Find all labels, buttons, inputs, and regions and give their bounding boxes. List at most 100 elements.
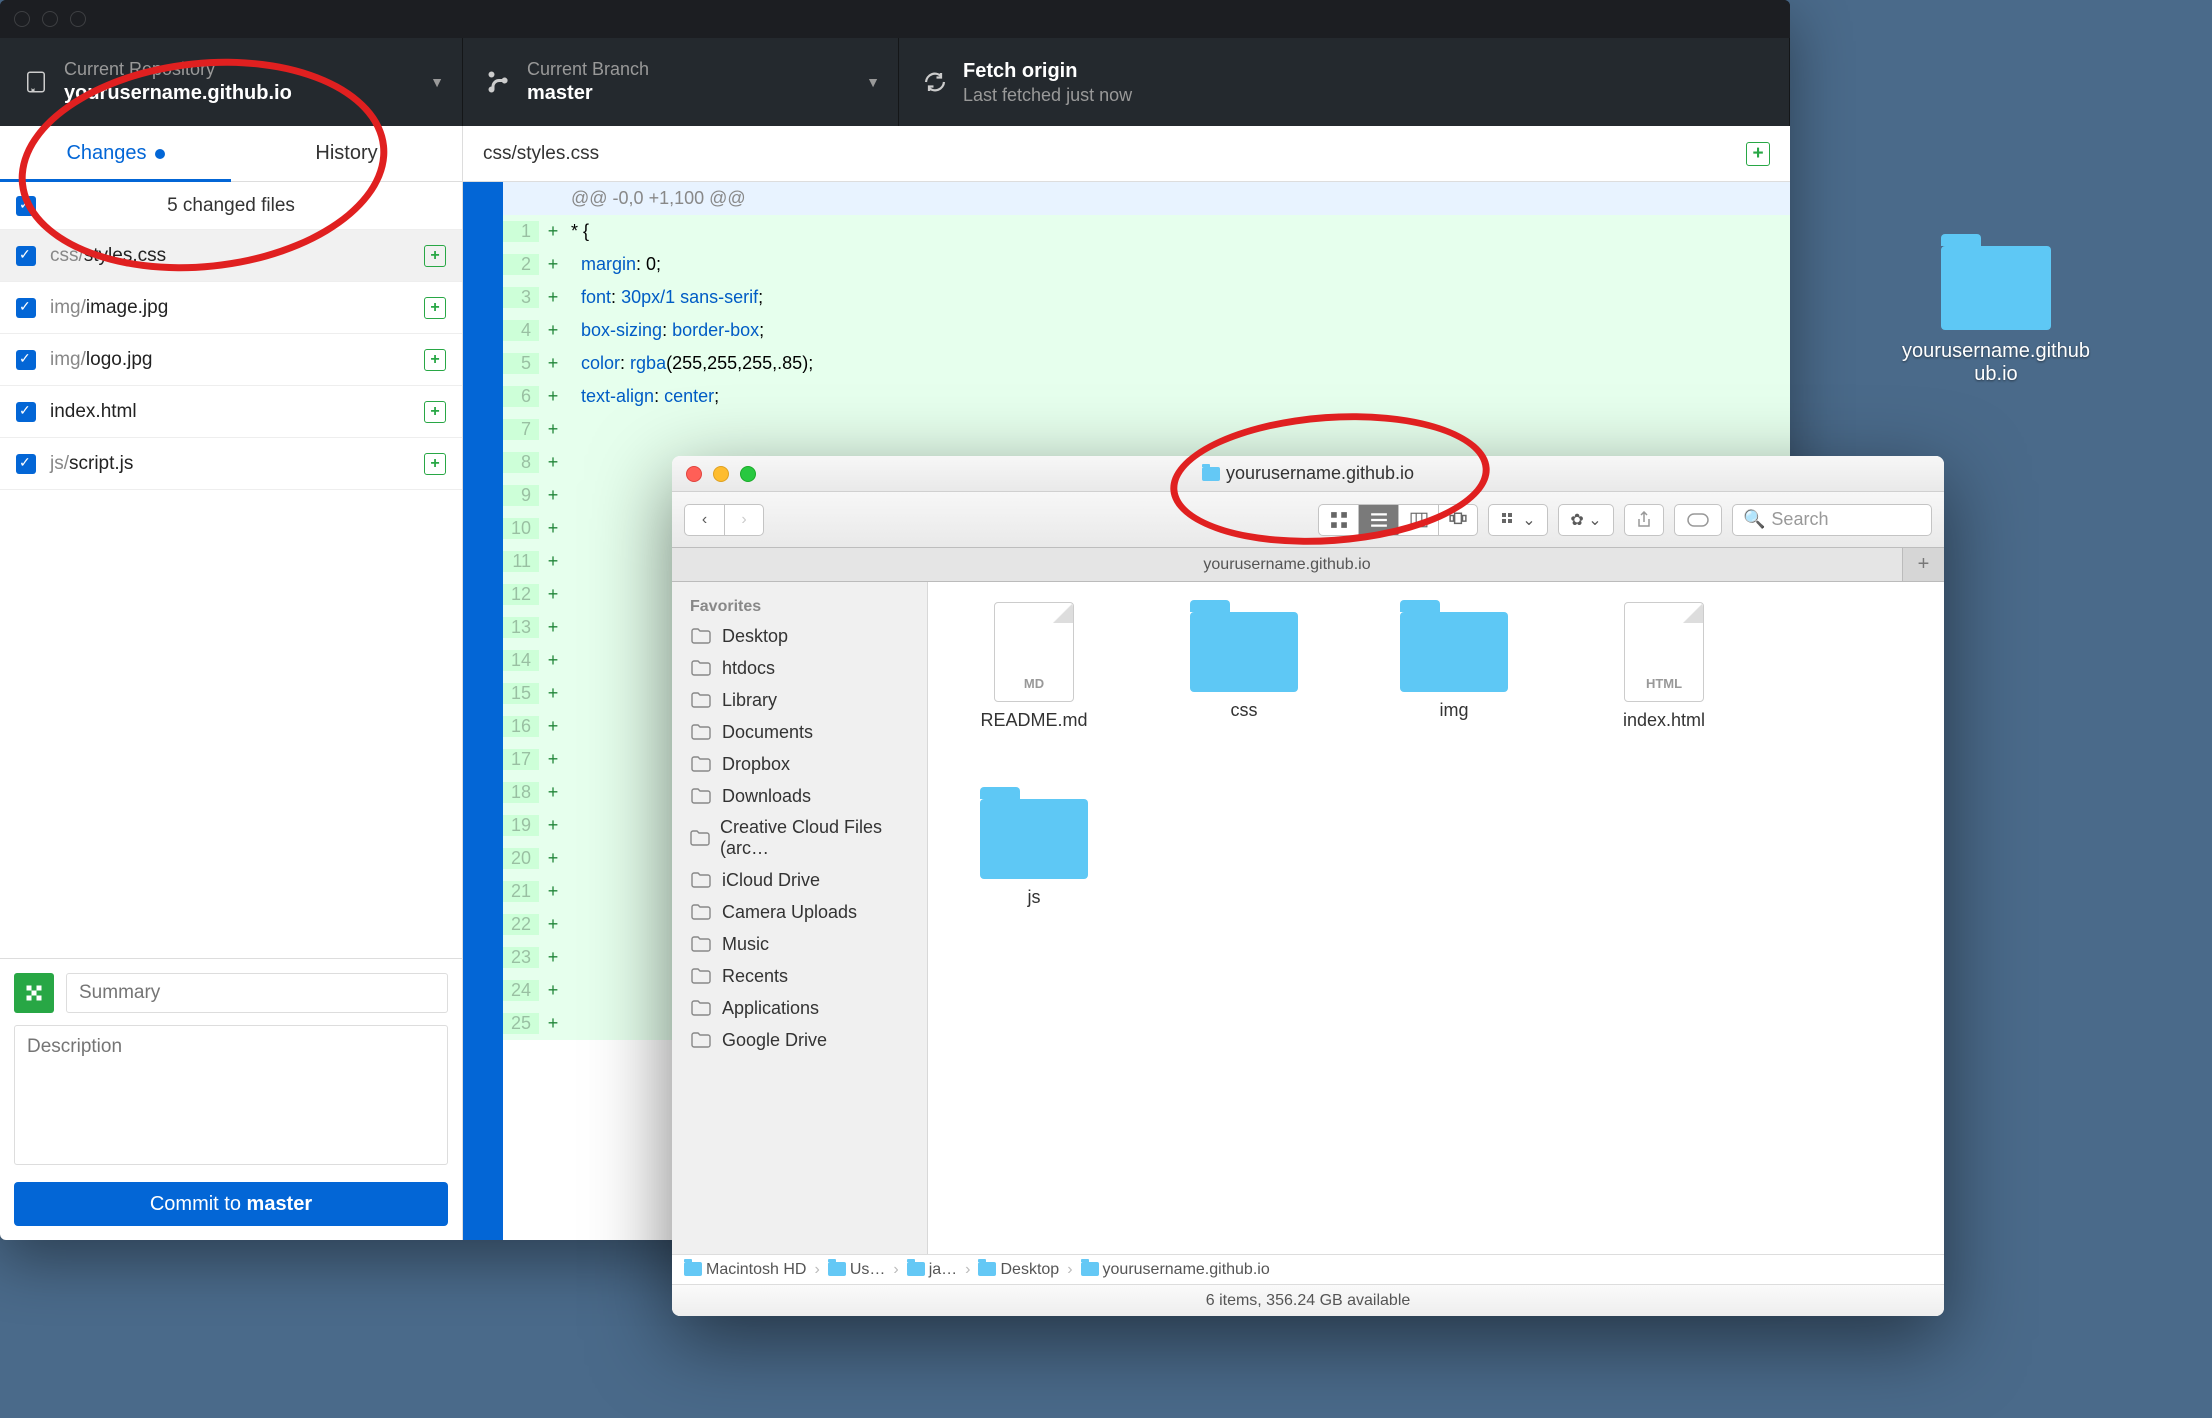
- sidebar-item[interactable]: Camera Uploads: [672, 896, 927, 928]
- path-segment[interactable]: yourusername.github.io: [1081, 1261, 1270, 1279]
- repo-label: Current Repository: [64, 59, 292, 80]
- path-segment[interactable]: ja…: [907, 1261, 957, 1279]
- folder-icon: [690, 753, 712, 775]
- changed-files-count[interactable]: 5 changed files: [0, 182, 462, 230]
- folder-icon: [1081, 1262, 1099, 1276]
- chevron-down-icon: ▼: [866, 74, 880, 90]
- sidebar-item[interactable]: Desktop: [672, 620, 927, 652]
- file-row[interactable]: css/styles.css +: [0, 230, 462, 282]
- view-list-button[interactable]: [1358, 504, 1398, 536]
- summary-input[interactable]: [66, 973, 448, 1013]
- commit-button[interactable]: Commit to master: [14, 1182, 448, 1226]
- path-bar[interactable]: Macintosh HD›Us…›ja…›Desktop›yourusernam…: [672, 1254, 1944, 1284]
- commit-form: Commit to master: [0, 958, 462, 1240]
- folder-icon: [1400, 612, 1508, 692]
- finder-sidebar: Favorites Desktop htdocs Library Documen…: [672, 582, 928, 1254]
- forward-button[interactable]: ›: [724, 504, 764, 536]
- current-repository-button[interactable]: Current Repository yourusername.github.i…: [0, 38, 463, 126]
- finder-content[interactable]: MDREADME.md css img HTML index.html js: [928, 582, 1944, 1254]
- sync-icon: [923, 70, 947, 94]
- finder-titlebar[interactable]: yourusername.github.io: [672, 456, 1944, 492]
- file-icon: HTML: [1624, 602, 1704, 702]
- fetch-sub: Last fetched just now: [963, 85, 1132, 106]
- sidebar-item[interactable]: Music: [672, 928, 927, 960]
- tab-history[interactable]: History: [231, 126, 462, 181]
- search-input[interactable]: 🔍 Search: [1732, 504, 1932, 536]
- path-segment[interactable]: Macintosh HD: [684, 1261, 806, 1279]
- folder-item[interactable]: js: [958, 789, 1110, 908]
- close-icon[interactable]: [686, 466, 702, 482]
- minimize-icon[interactable]: [713, 466, 729, 482]
- sidebar-item[interactable]: Downloads: [672, 780, 927, 812]
- sidebar-item[interactable]: Google Drive: [672, 1024, 927, 1056]
- sidebar-item[interactable]: Library: [672, 684, 927, 716]
- sidebar-item[interactable]: htdocs: [672, 652, 927, 684]
- folder-icon: [684, 1262, 702, 1276]
- changes-indicator-icon: [155, 149, 165, 159]
- item-label: index.html: [1623, 710, 1705, 731]
- folder-icon: [1941, 246, 2051, 330]
- file-checkbox[interactable]: [16, 350, 36, 370]
- sidebar-item[interactable]: iCloud Drive: [672, 864, 927, 896]
- file-added-icon: +: [424, 245, 446, 267]
- description-input[interactable]: [14, 1025, 448, 1165]
- file-row[interactable]: img/image.jpg +: [0, 282, 462, 334]
- folder-item[interactable]: css: [1168, 602, 1320, 731]
- file-row[interactable]: img/logo.jpg +: [0, 334, 462, 386]
- file-checkbox[interactable]: [16, 298, 36, 318]
- file-added-icon: +: [424, 297, 446, 319]
- view-column-button[interactable]: [1398, 504, 1438, 536]
- share-button[interactable]: [1624, 504, 1664, 536]
- folder-icon: [690, 997, 712, 1019]
- minimize-icon[interactable]: [42, 11, 58, 27]
- view-icon-button[interactable]: [1318, 504, 1358, 536]
- sidebar-item[interactable]: Recents: [672, 960, 927, 992]
- tab-changes[interactable]: Changes: [0, 126, 231, 181]
- file-item[interactable]: HTML index.html: [1588, 602, 1740, 731]
- back-button[interactable]: ‹: [684, 504, 724, 536]
- action-button[interactable]: ✿ ⌄: [1558, 504, 1614, 536]
- folder-icon: [978, 1262, 996, 1276]
- file-checkbox[interactable]: [16, 246, 36, 266]
- sidebar-item[interactable]: Documents: [672, 716, 927, 748]
- path-segment[interactable]: Desktop: [978, 1261, 1059, 1279]
- zoom-icon[interactable]: [740, 466, 756, 482]
- view-gallery-button[interactable]: [1438, 504, 1478, 536]
- branch-label: Current Branch: [527, 59, 649, 80]
- folder-icon: [980, 799, 1088, 879]
- tags-button[interactable]: [1674, 504, 1722, 536]
- folder-icon: [907, 1262, 925, 1276]
- branch-icon: [487, 70, 511, 94]
- file-checkbox[interactable]: [16, 454, 36, 474]
- group-button[interactable]: ⌄: [1488, 504, 1548, 536]
- path-segment[interactable]: Us…: [828, 1261, 886, 1279]
- fetch-origin-button[interactable]: Fetch origin Last fetched just now: [899, 38, 1790, 126]
- sidebar-item[interactable]: Dropbox: [672, 748, 927, 780]
- current-branch-button[interactable]: Current Branch master ▼: [463, 38, 899, 126]
- folder-icon: [690, 721, 712, 743]
- sidebar-item[interactable]: Applications: [672, 992, 927, 1024]
- desktop-folder[interactable]: yourusername.github ub.io: [1876, 236, 2116, 386]
- item-label: css: [1231, 700, 1258, 721]
- select-all-checkbox[interactable]: [16, 196, 36, 216]
- folder-item[interactable]: img: [1378, 602, 1530, 731]
- folder-icon: [690, 965, 712, 987]
- folder-icon: [690, 689, 712, 711]
- finder-tab[interactable]: yourusername.github.io: [672, 548, 1902, 581]
- zoom-icon[interactable]: [70, 11, 86, 27]
- repo-value: yourusername.github.io: [64, 82, 292, 105]
- fetch-label: Fetch origin: [963, 60, 1132, 83]
- file-row[interactable]: index.html +: [0, 386, 462, 438]
- diff-selection-gutter[interactable]: [463, 182, 503, 1240]
- file-row[interactable]: js/script.js +: [0, 438, 462, 490]
- new-tab-button[interactable]: +: [1902, 548, 1944, 581]
- close-icon[interactable]: [14, 11, 30, 27]
- sidebar-item[interactable]: Creative Cloud Files (arc…: [672, 812, 927, 864]
- file-item[interactable]: MDREADME.md: [958, 602, 1110, 731]
- item-label: js: [1028, 887, 1041, 908]
- folder-icon: [690, 625, 712, 647]
- file-list: css/styles.css + img/image.jpg + img/log…: [0, 230, 462, 958]
- window-titlebar[interactable]: [0, 0, 1790, 38]
- file-checkbox[interactable]: [16, 402, 36, 422]
- folder-icon: [1202, 467, 1220, 481]
